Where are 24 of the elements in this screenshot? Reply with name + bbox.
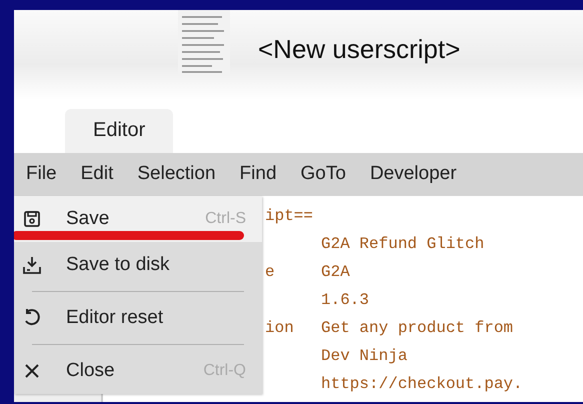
code-text: Dev Ninja (321, 346, 408, 367)
menu-item[interactable]: File (14, 153, 69, 196)
shortcut-label: Ctrl-S (205, 209, 246, 229)
menu-item[interactable]: Find (228, 153, 289, 196)
menu-item[interactable]: Save Ctrl-S (14, 196, 262, 242)
document-icon (178, 10, 230, 76)
menu-item[interactable]: Selection (125, 153, 228, 196)
download-icon (22, 255, 42, 275)
save-icon (22, 209, 42, 229)
menu-item[interactable]: Developer (358, 153, 469, 196)
code-text: G2A Refund Glitch (321, 234, 484, 255)
code-text: https://checkout.pay. (321, 374, 523, 395)
menu-item[interactable]: Edit (68, 153, 126, 196)
code-text: G2A (321, 262, 350, 283)
menu-item[interactable]: Editor reset (14, 295, 262, 341)
code-text: Get any product from (321, 318, 514, 339)
script-title: <New userscript> (258, 33, 460, 66)
code-text: 1.6.3 (321, 290, 370, 311)
code-text: ion (265, 319, 294, 337)
code-text: e (265, 263, 275, 281)
menu-item[interactable]: Save to disk (14, 242, 262, 288)
code-text: ipt== (265, 207, 314, 225)
editor-tab[interactable]: Editor (65, 109, 174, 153)
menu-item[interactable]: GoTo (288, 153, 358, 196)
